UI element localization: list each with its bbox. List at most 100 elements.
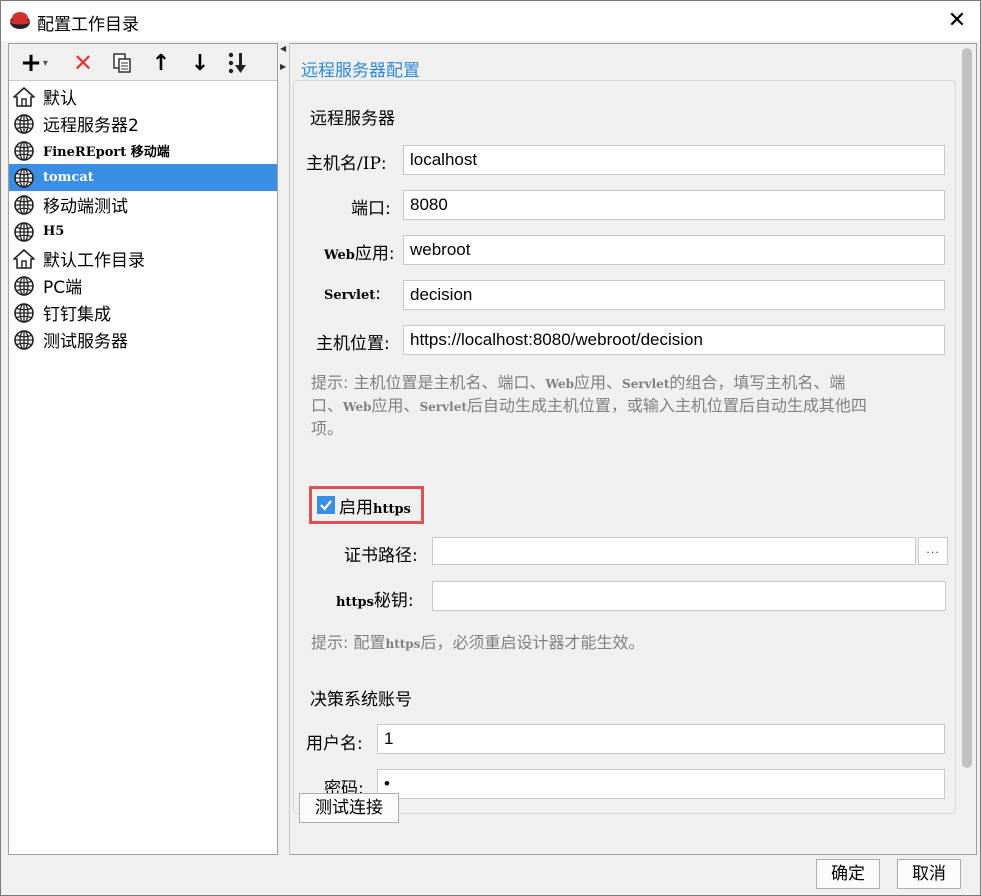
servlet-input[interactable]: decision xyxy=(403,280,945,310)
close-icon: ✕ xyxy=(947,7,967,33)
webapp-label: Web应用: xyxy=(324,239,395,264)
hint2-https: https xyxy=(385,637,421,651)
globe-icon xyxy=(13,140,39,162)
username-label: 用户名: xyxy=(306,734,363,754)
tree-item[interactable]: tomcat xyxy=(9,164,277,191)
move-down-button[interactable]: ↓ xyxy=(187,50,213,76)
hint1-line3: 项。 xyxy=(311,419,344,438)
webapp-label-suffix: 应用: xyxy=(354,244,395,264)
port-label: 端口: xyxy=(351,199,391,219)
panel-splitter[interactable]: ◀ ▶ xyxy=(278,43,289,855)
hint1-line2-text-c: 后自动生成主机位置，或输入主机位置后自动生成其他四 xyxy=(466,396,867,415)
https-label-suffix: https xyxy=(373,501,411,517)
https-key-prefix: https xyxy=(336,595,374,610)
location-input[interactable]: https://localhost:8080/webroot/decision xyxy=(403,325,945,355)
hint1-line2-text-b: 应用、 xyxy=(371,396,420,415)
tree-item[interactable]: H5 xyxy=(9,218,277,245)
https-hint: 提示: 配置https后，必须重启设计器才能生效。 xyxy=(311,632,941,655)
enable-https-checkbox[interactable]: 启用https xyxy=(309,486,424,524)
https-key-input[interactable] xyxy=(432,581,946,611)
https-key-label: https秘钥: xyxy=(336,586,414,611)
host-label-colon: : xyxy=(380,154,387,174)
app-logo-icon xyxy=(10,12,30,29)
globe-icon xyxy=(13,194,39,216)
copy-icon xyxy=(113,53,131,73)
hint1-line1: 提示: 主机位置是主机名、端口、Web应用、Servlet的组合，填写主机名、端 xyxy=(311,372,941,395)
home-icon xyxy=(13,248,39,270)
host-label-text: 主机名/IP xyxy=(306,154,381,174)
host-input[interactable]: localhost xyxy=(403,145,945,175)
home-icon xyxy=(13,86,39,108)
https-checkbox-box[interactable] xyxy=(317,496,335,514)
copy-button[interactable] xyxy=(109,50,135,76)
test-connection-button[interactable]: 测试连接 xyxy=(299,793,399,823)
hint1-line2: 口、Web应用、Servlet后自动生成主机位置，或输入主机位置后自动生成其他四 xyxy=(311,395,941,418)
hint1-text-a: 提示: 主机位置是主机名、端口、 xyxy=(311,373,546,392)
move-up-button[interactable]: ↑ xyxy=(148,50,174,76)
cert-path-label: 证书路径: xyxy=(344,546,418,566)
delete-icon: ✕ xyxy=(72,49,94,77)
title-bar: 配置工作目录 ✕ xyxy=(1,1,980,41)
webapp-input[interactable]: webroot xyxy=(403,235,945,265)
globe-icon xyxy=(13,329,39,351)
tree-item[interactable]: 钉钉集成 xyxy=(9,299,277,326)
tree-item[interactable]: 默认工作目录 xyxy=(9,245,277,272)
checkmark-icon xyxy=(320,500,332,511)
collapse-left-icon: ◀ xyxy=(280,44,287,53)
tree-item[interactable]: 默认 xyxy=(9,83,277,110)
config-group-box: 远程服务器 主机名/IP: localhost 端口: 8080 Web应用: … xyxy=(293,80,956,814)
tree-item-label: H5 xyxy=(43,224,65,239)
add-button[interactable]: + ▾ xyxy=(17,50,51,76)
tree-item[interactable]: 移动端测试 xyxy=(9,191,277,218)
tree-item-label: FineREport 移动端 xyxy=(43,145,170,160)
hint1-line2-web: Web xyxy=(343,400,372,414)
cert-path-input[interactable] xyxy=(432,537,916,565)
sort-icon xyxy=(228,52,246,74)
chevron-down-icon: ▾ xyxy=(42,57,48,69)
arrow-down-icon: ↓ xyxy=(190,50,210,76)
tree-item[interactable]: 测试服务器 xyxy=(9,326,277,353)
tree-item-label: 远程服务器2 xyxy=(43,116,139,136)
cancel-button[interactable]: 取消 xyxy=(897,859,961,889)
tree-item[interactable]: PC端 xyxy=(9,272,277,299)
https-label-prefix: 启用 xyxy=(339,497,373,518)
window-title: 配置工作目录 xyxy=(37,15,139,35)
hint1-servlet: Servlet xyxy=(622,377,670,391)
https-checkbox-label: 启用https xyxy=(339,493,411,518)
close-button[interactable]: ✕ xyxy=(934,1,980,39)
username-input[interactable]: 1 xyxy=(377,724,945,754)
tree-item-label: PC端 xyxy=(43,278,83,298)
servlet-label: Servlet: xyxy=(324,284,381,304)
tree-item-label: 默认 xyxy=(43,89,77,109)
account-section-title: 决策系统账号 xyxy=(310,690,412,710)
tree-item[interactable]: 远程服务器2 xyxy=(9,110,277,137)
plus-icon: + xyxy=(20,48,42,78)
https-key-suffix: 秘钥: xyxy=(373,591,414,611)
hint1-text-c: 的组合，填写主机名、端 xyxy=(669,373,846,392)
directory-toolbar: + ▾ ✕ ↑ ↓ xyxy=(9,44,277,81)
globe-icon xyxy=(13,113,39,135)
tree-item-label: 默认工作目录 xyxy=(43,251,145,271)
port-input[interactable]: 8080 xyxy=(403,190,945,220)
config-dialog: 配置工作目录 ✕ + ▾ ✕ ↑ ↓ 默认 远程服务器2 FineREport … xyxy=(0,0,981,896)
collapse-right-icon: ▶ xyxy=(280,62,287,71)
hint1-line2-text-a: 口、 xyxy=(311,396,344,415)
arrow-up-icon: ↑ xyxy=(151,50,171,76)
servlet-label-text: Servlet xyxy=(324,288,376,303)
ok-button[interactable]: 确定 xyxy=(816,859,880,889)
vertical-scrollbar[interactable] xyxy=(959,46,974,852)
remote-server-section-title: 远程服务器 xyxy=(310,109,395,129)
tree-item-label: 钉钉集成 xyxy=(43,305,111,325)
tree-item-label: tomcat xyxy=(43,170,94,185)
globe-icon xyxy=(13,221,39,243)
servlet-label-colon: : xyxy=(375,284,382,304)
tree-item[interactable]: FineREport 移动端 xyxy=(9,137,277,164)
globe-icon xyxy=(13,302,39,324)
password-input[interactable]: • xyxy=(377,769,945,799)
hint1-line2-servlet: Servlet xyxy=(419,400,467,414)
sort-button[interactable] xyxy=(225,50,251,76)
scrollbar-thumb[interactable] xyxy=(962,48,972,768)
browse-button[interactable]: ... xyxy=(918,537,948,565)
delete-button[interactable]: ✕ xyxy=(70,49,96,77)
hint1-text-b: 应用、 xyxy=(574,373,623,392)
